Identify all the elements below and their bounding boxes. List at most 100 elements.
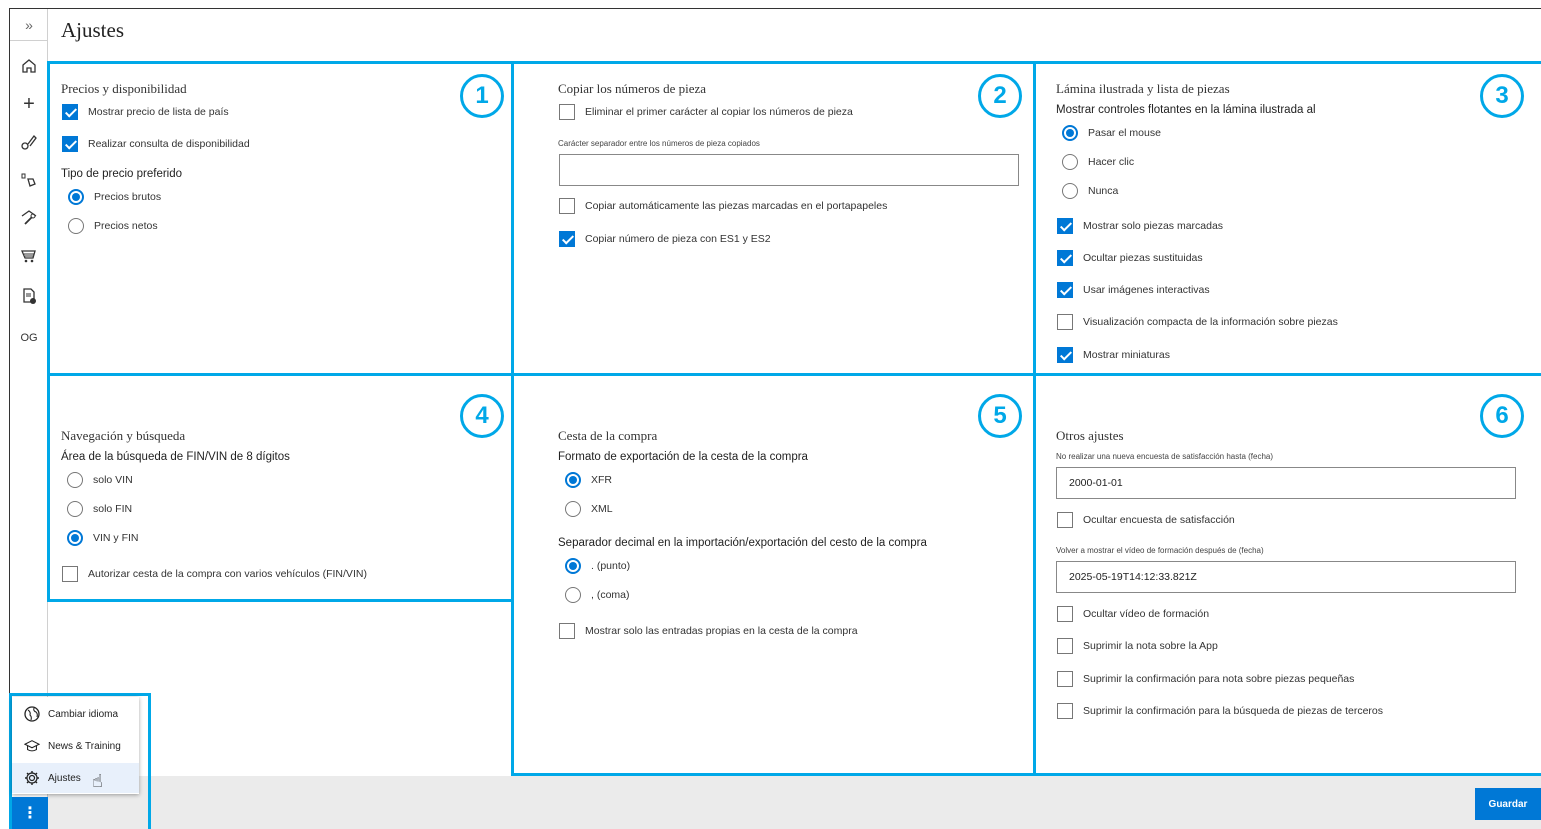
section-title: Navegación y búsqueda <box>61 428 186 443</box>
section-badge: 5 <box>978 394 1022 438</box>
page-title: Ajustes <box>61 18 124 42</box>
radio-selected[interactable] <box>565 472 581 488</box>
only-vin-radio[interactable]: solo VIN <box>67 472 133 488</box>
separator-label: Carácter separador entre los números de … <box>558 139 760 148</box>
plus-icon[interactable]: + <box>10 89 48 119</box>
service-icon[interactable] <box>10 203 48 233</box>
checkbox-checked[interactable] <box>559 231 575 247</box>
suppress-app-note-checkbox[interactable]: Suprimir la nota sobre la App <box>1057 638 1218 654</box>
checkbox-checked[interactable] <box>62 136 78 152</box>
gross-prices-radio[interactable]: Precios brutos <box>68 189 161 205</box>
interactive-images-checkbox[interactable]: Usar imágenes interactivas <box>1057 282 1210 298</box>
copy-es-checkbox[interactable]: Copiar número de pieza con ES1 y ES2 <box>559 231 771 247</box>
checkbox-unchecked[interactable] <box>559 623 575 639</box>
radio-unselected[interactable] <box>1062 154 1078 170</box>
only-fin-radio[interactable]: solo FIN <box>67 501 132 517</box>
checkbox-checked[interactable] <box>1057 282 1073 298</box>
cart-icon[interactable] <box>10 241 48 271</box>
home-icon[interactable] <box>10 51 48 81</box>
survey-date-label: No realizar una nueva encuesta de satisf… <box>1056 452 1274 461</box>
survey-date-input[interactable]: 2000-01-01 <box>1056 467 1516 499</box>
gear-icon <box>24 770 40 786</box>
availability-check-checkbox[interactable]: Realizar consulta de disponibilidad <box>62 136 250 152</box>
checkbox-unchecked[interactable] <box>1057 638 1073 654</box>
hide-replaced-checkbox[interactable]: Ocultar piezas sustituidas <box>1057 250 1203 266</box>
radio-unselected[interactable] <box>565 587 581 603</box>
multi-vehicle-checkbox[interactable]: Autorizar cesta de la compra con varios … <box>62 566 367 582</box>
never-radio[interactable]: Nunca <box>1062 183 1118 199</box>
xml-radio[interactable]: XML <box>565 501 613 517</box>
section-title: Copiar los números de pieza <box>558 81 707 96</box>
footer-bar <box>48 776 1541 829</box>
checkbox-unchecked[interactable] <box>62 566 78 582</box>
hide-video-checkbox[interactable]: Ocultar vídeo de formación <box>1057 606 1209 622</box>
radio-unselected[interactable] <box>68 218 84 234</box>
auto-copy-checkbox[interactable]: Copiar automáticamente las piezas marcad… <box>559 198 887 214</box>
show-country-price-checkbox[interactable]: Mostrar precio de lista de país <box>62 104 229 120</box>
own-entries-checkbox[interactable]: Mostrar solo las entradas propias en la … <box>559 623 858 639</box>
section-title: Otros ajustes <box>1056 428 1124 443</box>
save-button[interactable]: Guardar <box>1475 788 1541 820</box>
expand-sidebar-icon[interactable]: » <box>10 9 48 41</box>
thumbnails-checkbox[interactable]: Mostrar miniaturas <box>1057 347 1170 363</box>
checkbox-unchecked[interactable] <box>559 104 575 120</box>
remove-first-char-checkbox[interactable]: Eliminar el primer carácter al copiar lo… <box>559 104 853 120</box>
video-date-label: Volver a mostrar el vídeo de formación d… <box>1056 546 1264 555</box>
click-radio[interactable]: Hacer clic <box>1062 154 1134 170</box>
comma-radio[interactable]: , (coma) <box>565 587 630 603</box>
hide-survey-checkbox[interactable]: Ocultar encuesta de satisfacción <box>1057 512 1235 528</box>
only-marked-checkbox[interactable]: Mostrar solo piezas marcadas <box>1057 218 1223 234</box>
vin-fin-radio[interactable]: VIN y FIN <box>67 530 139 546</box>
panel-navigation-search: 4 Navegación y búsqueda Área de la búsqu… <box>47 373 514 602</box>
checkbox-checked[interactable] <box>1057 347 1073 363</box>
document-info-icon[interactable] <box>10 281 48 311</box>
parts-search-icon[interactable] <box>10 127 48 157</box>
decimal-separator-label: Separador decimal en la importación/expo… <box>558 537 927 549</box>
suppress-third-party-checkbox[interactable]: Suprimir la confirmación para la búsqued… <box>1057 703 1383 719</box>
checkbox-unchecked[interactable] <box>1057 512 1073 528</box>
section-title: Lámina ilustrada y lista de piezas <box>1056 81 1230 96</box>
checkbox-checked[interactable] <box>1057 218 1073 234</box>
radio-unselected[interactable] <box>1062 183 1078 199</box>
window-top-border <box>9 8 1541 9</box>
compact-view-checkbox[interactable]: Visualización compacta de la información… <box>1057 314 1338 330</box>
section-badge: 1 <box>460 74 504 118</box>
separator-input[interactable] <box>559 154 1019 186</box>
video-date-input[interactable]: 2025-05-19T14:12:33.821Z <box>1056 561 1516 593</box>
user-initials[interactable]: OG <box>10 323 48 353</box>
net-prices-radio[interactable]: Precios netos <box>68 218 158 234</box>
section-title: Cesta de la compra <box>558 428 658 443</box>
radio-selected[interactable] <box>1062 125 1078 141</box>
hover-radio[interactable]: Pasar el mouse <box>1062 125 1161 141</box>
checkbox-unchecked[interactable] <box>1057 314 1073 330</box>
section-badge: 2 <box>978 74 1022 118</box>
globe-icon <box>24 706 40 722</box>
radio-selected[interactable] <box>67 530 83 546</box>
checkbox-unchecked[interactable] <box>1057 671 1073 687</box>
checkbox-unchecked[interactable] <box>1057 703 1073 719</box>
suppress-small-parts-checkbox[interactable]: Suprimir la confirmación para nota sobre… <box>1057 671 1354 687</box>
more-menu-icon[interactable]: ⋮ <box>12 797 48 829</box>
hand-cursor-icon: ☝ <box>92 771 103 791</box>
radio-unselected[interactable] <box>67 501 83 517</box>
section-badge: 3 <box>1480 74 1524 118</box>
checkbox-checked[interactable] <box>62 104 78 120</box>
parts-catalog-icon[interactable] <box>10 165 48 195</box>
graduation-cap-icon <box>24 738 40 754</box>
dot-radio[interactable]: . (punto) <box>565 558 630 574</box>
radio-selected[interactable] <box>68 189 84 205</box>
radio-unselected[interactable] <box>565 501 581 517</box>
checkbox-unchecked[interactable] <box>559 198 575 214</box>
menu-item-settings[interactable]: Ajustes <box>12 763 139 793</box>
panel-shopping-cart: 5 Cesta de la compra Formato de exportac… <box>511 373 1036 776</box>
checkbox-checked[interactable] <box>1057 250 1073 266</box>
menu-item-news-training[interactable]: News & Training <box>12 731 139 761</box>
settings-popup-menu: Cambiar idioma News & Training Ajustes <box>12 697 139 794</box>
menu-item-change-language[interactable]: Cambiar idioma <box>12 699 139 729</box>
xfr-radio[interactable]: XFR <box>565 472 612 488</box>
checkbox-unchecked[interactable] <box>1057 606 1073 622</box>
panel-copy-part-numbers: 2 Copiar los números de pieza Eliminar e… <box>511 61 1036 376</box>
radio-unselected[interactable] <box>67 472 83 488</box>
section-badge: 4 <box>460 394 504 438</box>
radio-selected[interactable] <box>565 558 581 574</box>
